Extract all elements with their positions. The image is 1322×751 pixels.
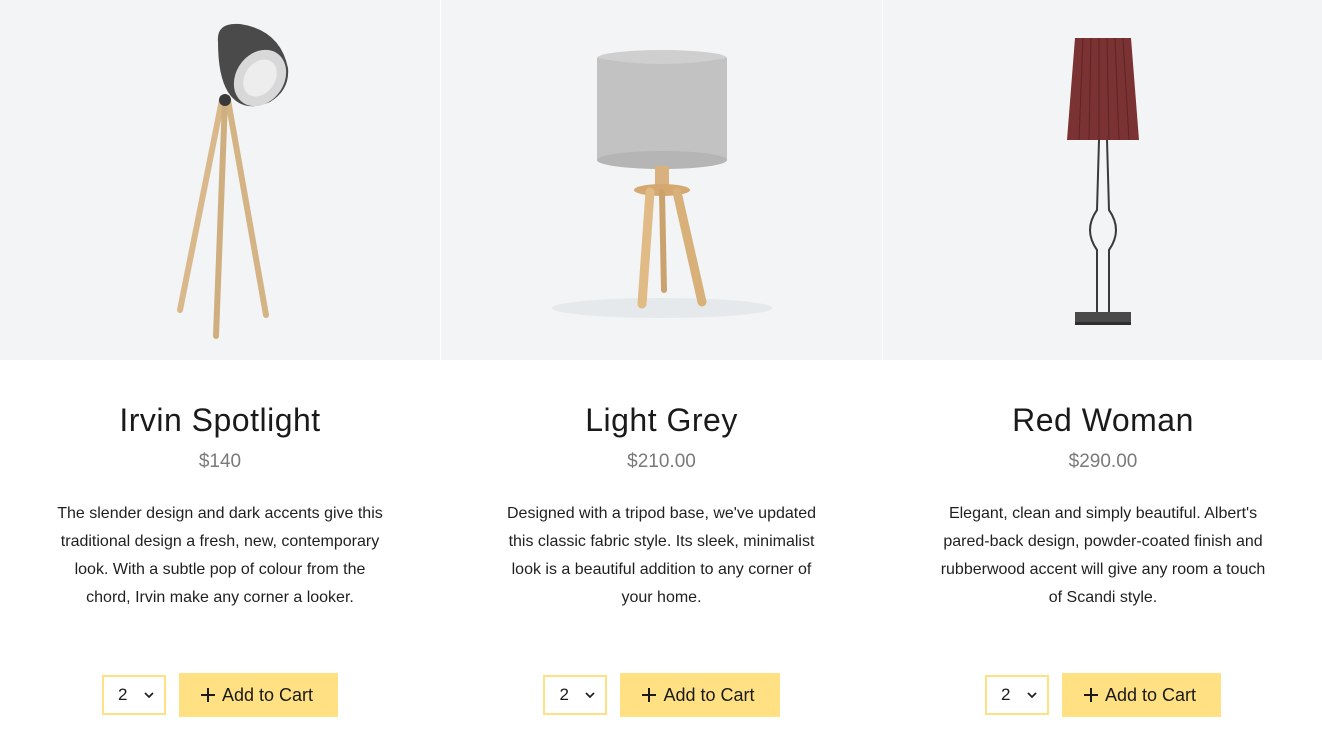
product-title[interactable]: Light Grey [585, 402, 738, 438]
grey-shade-tripod-lamp-icon [551, 50, 772, 318]
add-to-cart-button[interactable]: Add to Cart [178, 673, 339, 717]
add-to-cart-label: Add to Cart [221, 684, 314, 705]
product-image[interactable] [441, 0, 882, 360]
product-image[interactable] [0, 0, 440, 360]
add-to-cart-label: Add to Cart [663, 684, 755, 705]
product-description: Elegant, clean and simply beautiful. Alb… [940, 505, 1266, 606]
tripod-spotlight-lamp-icon [177, 23, 289, 339]
product-price: $140 [198, 451, 242, 472]
quantity-value: 2 [559, 685, 569, 704]
product-actions: 2 Add to Cart [543, 673, 780, 717]
product-image[interactable] [883, 0, 1322, 360]
chevron-down-icon [585, 690, 596, 700]
chevron-down-icon [144, 690, 154, 700]
product-actions: 2 Add to Cart [101, 673, 339, 717]
quantity-value: 2 [117, 685, 128, 704]
product-card: Irvin Spotlight $140 The slender design … [0, 0, 440, 717]
product-price: $290.00 [1068, 451, 1138, 472]
product-card: Red Woman $290.00 Elegant, clean and sim… [882, 0, 1322, 717]
product-price: $210.00 [627, 451, 696, 472]
chevron-down-icon [1027, 690, 1037, 700]
add-to-cart-button[interactable]: Add to Cart [620, 673, 780, 717]
product-description: Designed with a tripod base, we've updat… [506, 505, 817, 606]
product-grid: Irvin Spotlight $140 The slender design … [0, 0, 1322, 717]
quantity-select[interactable]: 2 [101, 675, 166, 715]
product-actions: 2 Add to Cart [984, 673, 1222, 717]
product-description: The slender design and dark accents give… [57, 505, 383, 606]
quantity-value: 2 [1000, 685, 1011, 704]
plus-icon [642, 688, 657, 702]
plus-icon [200, 688, 215, 702]
quantity-select[interactable]: 2 [984, 675, 1049, 715]
product-card: Light Grey $210.00 Designed with a tripo… [440, 0, 882, 717]
product-title[interactable]: Irvin Spotlight [119, 402, 320, 438]
add-to-cart-label: Add to Cart [1104, 684, 1197, 705]
product-title[interactable]: Red Woman [1012, 402, 1194, 438]
add-to-cart-button[interactable]: Add to Cart [1061, 673, 1222, 717]
quantity-select[interactable]: 2 [543, 675, 608, 715]
plus-icon [1083, 688, 1098, 702]
red-pleated-floor-lamp-icon [1067, 37, 1139, 325]
